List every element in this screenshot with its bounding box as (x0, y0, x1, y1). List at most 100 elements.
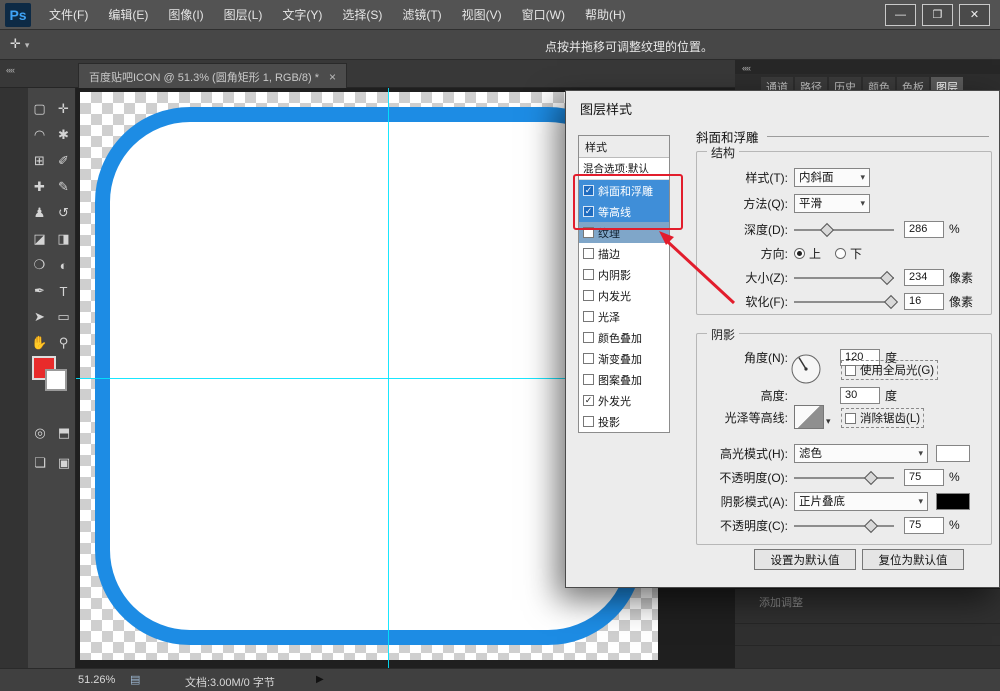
shadow-color-swatch[interactable] (936, 492, 970, 510)
tab-close-icon[interactable]: × (329, 70, 336, 84)
highlight-mode-select[interactable]: 滤色 ▾ (794, 443, 928, 463)
lasso-tool[interactable]: ◠ (28, 122, 52, 148)
style-row-bevel-emboss[interactable]: ✓ 斜面和浮雕 (579, 180, 669, 201)
type-tool[interactable]: T (52, 278, 76, 304)
crop-tool[interactable]: ⊞ (28, 148, 52, 174)
highlight-opacity-field[interactable]: 75 (904, 468, 944, 486)
mask-icon[interactable]: ❏ (28, 448, 52, 478)
menu-window[interactable]: 窗口(W) (512, 0, 575, 30)
status-expander-icon[interactable]: ▶ (316, 674, 324, 685)
color-overlay-checkbox[interactable] (583, 332, 594, 343)
texture-checkbox[interactable] (583, 227, 594, 238)
bevel-emboss-checkbox[interactable]: ✓ (583, 185, 594, 196)
gradient-overlay-checkbox[interactable] (583, 353, 594, 364)
background-color-swatch[interactable] (45, 369, 67, 391)
clone-stamp-tool[interactable]: ♟ (28, 200, 52, 226)
close-button[interactable]: ✕ (959, 3, 990, 26)
highlight-opacity-slider[interactable] (794, 470, 894, 485)
menu-view[interactable]: 视图(V) (452, 0, 512, 30)
depth-value-field[interactable]: 286 (904, 220, 944, 238)
gloss-contour-thumbnail[interactable] (794, 405, 824, 429)
set-default-button[interactable]: 设置为默认值 (754, 549, 856, 570)
menu-help[interactable]: 帮助(H) (575, 0, 636, 30)
style-row-pattern-overlay[interactable]: 图案叠加 (579, 369, 669, 390)
style-row-drop-shadow[interactable]: 投影 (579, 411, 669, 432)
technique-select[interactable]: 平滑 ▾ (794, 193, 870, 213)
shape-tool[interactable]: ▭ (52, 304, 76, 330)
style-row-inner-glow[interactable]: 内发光 (579, 285, 669, 306)
soften-value-field[interactable]: 16 (904, 292, 944, 310)
document-tab[interactable]: 百度贴吧ICON @ 51.3% (圆角矩形 1, RGB/8) * × (78, 63, 347, 89)
style-row-gradient-overlay[interactable]: 渐变叠加 (579, 348, 669, 369)
contour-checkbox[interactable]: ✓ (583, 206, 594, 217)
minimize-button[interactable]: — (885, 3, 916, 26)
eyedropper-tool[interactable]: ✐ (52, 148, 76, 174)
style-row-outer-glow[interactable]: ✓ 外发光 (579, 390, 669, 411)
style-row-stroke[interactable]: 描边 (579, 243, 669, 264)
drop-shadow-checkbox[interactable] (583, 416, 594, 427)
menu-layer[interactable]: 图层(L) (214, 0, 273, 30)
eraser-tool[interactable]: ◪ (28, 226, 52, 252)
style-row-satin[interactable]: 光泽 (579, 306, 669, 327)
style-row-contour[interactable]: ✓ 等高线 (579, 201, 669, 222)
zoom-level-field[interactable]: 51.26% (78, 674, 115, 686)
satin-checkbox[interactable] (583, 311, 594, 322)
highlight-color-swatch[interactable] (936, 444, 970, 462)
brush-tool[interactable]: ✎ (52, 174, 76, 200)
menu-image[interactable]: 图像(I) (158, 0, 213, 30)
outer-glow-checkbox[interactable]: ✓ (583, 395, 594, 406)
antialias-checkbox[interactable] (845, 412, 856, 424)
direction-down-radio[interactable] (835, 247, 847, 259)
quick-mask-icon[interactable]: ◎ (28, 418, 52, 448)
shadow-opacity-field[interactable]: 75 (904, 516, 944, 534)
size-slider[interactable] (794, 270, 895, 285)
hand-tool[interactable]: ✋ (28, 330, 52, 356)
menu-select[interactable]: 选择(S) (332, 0, 392, 30)
path-selection-tool[interactable]: ➤ (28, 304, 52, 330)
pattern-overlay-checkbox[interactable] (583, 374, 594, 385)
dodge-tool[interactable]: ◐ (52, 252, 76, 278)
depth-slider[interactable] (794, 222, 894, 237)
restore-button[interactable]: ❐ (922, 3, 953, 26)
move-tool[interactable]: ✛ (52, 96, 76, 122)
quick-selection-tool[interactable]: ✱ (52, 122, 76, 148)
rectangular-marquee-tool[interactable]: ▢ (28, 96, 52, 122)
global-light-checkbox[interactable] (845, 364, 856, 376)
status-bar: 51.26% ▤ 文档:3.00M/0 字节 ▶ (0, 668, 1000, 691)
screen-mode-icon[interactable]: ⬒ (52, 418, 76, 448)
altitude-value-field[interactable]: 30 (840, 386, 880, 404)
size-value-field[interactable]: 234 (904, 268, 944, 286)
move-tool-preset[interactable]: ✛ ▾ (10, 36, 29, 52)
style-row-color-overlay[interactable]: 颜色叠加 (579, 327, 669, 348)
shadow-mode-select[interactable]: 正片叠底 ▾ (794, 491, 928, 511)
menu-type[interactable]: 文字(Y) (272, 0, 332, 30)
global-light-checkbox-row[interactable]: 使用全局光(G) (840, 360, 939, 380)
panel-toggle-icon[interactable]: ▣ (52, 448, 76, 478)
blending-options-row[interactable]: 混合选项:默认 (579, 158, 669, 180)
menu-filter[interactable]: 滤镜(T) (392, 0, 451, 30)
menu-edit[interactable]: 编辑(E) (98, 0, 158, 30)
antialias-checkbox-row[interactable]: 消除锯齿(L) (840, 408, 925, 428)
style-row-texture[interactable]: 纹理 (579, 222, 669, 243)
left-dock-collapse-icon[interactable]: «« (6, 65, 15, 75)
styles-list-header[interactable]: 样式 (579, 136, 669, 158)
history-brush-tool[interactable]: ↺ (52, 200, 76, 226)
stroke-checkbox[interactable] (583, 248, 594, 259)
angle-dial[interactable] (790, 353, 822, 385)
style-row-inner-shadow[interactable]: 内阴影 (579, 264, 669, 285)
zoom-tool[interactable]: ⚲ (52, 330, 76, 356)
reset-default-button[interactable]: 复位为默认值 (862, 549, 964, 570)
soften-slider[interactable] (794, 294, 899, 309)
menu-file[interactable]: 文件(F) (39, 0, 98, 30)
gradient-tool[interactable]: ◨ (52, 226, 76, 252)
blur-tool[interactable]: ❍ (28, 252, 52, 278)
inner-shadow-checkbox[interactable] (583, 269, 594, 280)
chevron-down-icon[interactable]: ▾ (826, 416, 831, 427)
pen-tool[interactable]: ✒ (28, 278, 52, 304)
shadow-opacity-slider[interactable] (794, 518, 894, 533)
healing-brush-tool[interactable]: ✚ (28, 174, 52, 200)
right-dock-collapse-icon[interactable]: «« (742, 63, 751, 73)
direction-up-radio[interactable] (794, 247, 805, 259)
inner-glow-checkbox[interactable] (583, 290, 594, 301)
bevel-style-select[interactable]: 内斜面 ▾ (794, 167, 870, 187)
